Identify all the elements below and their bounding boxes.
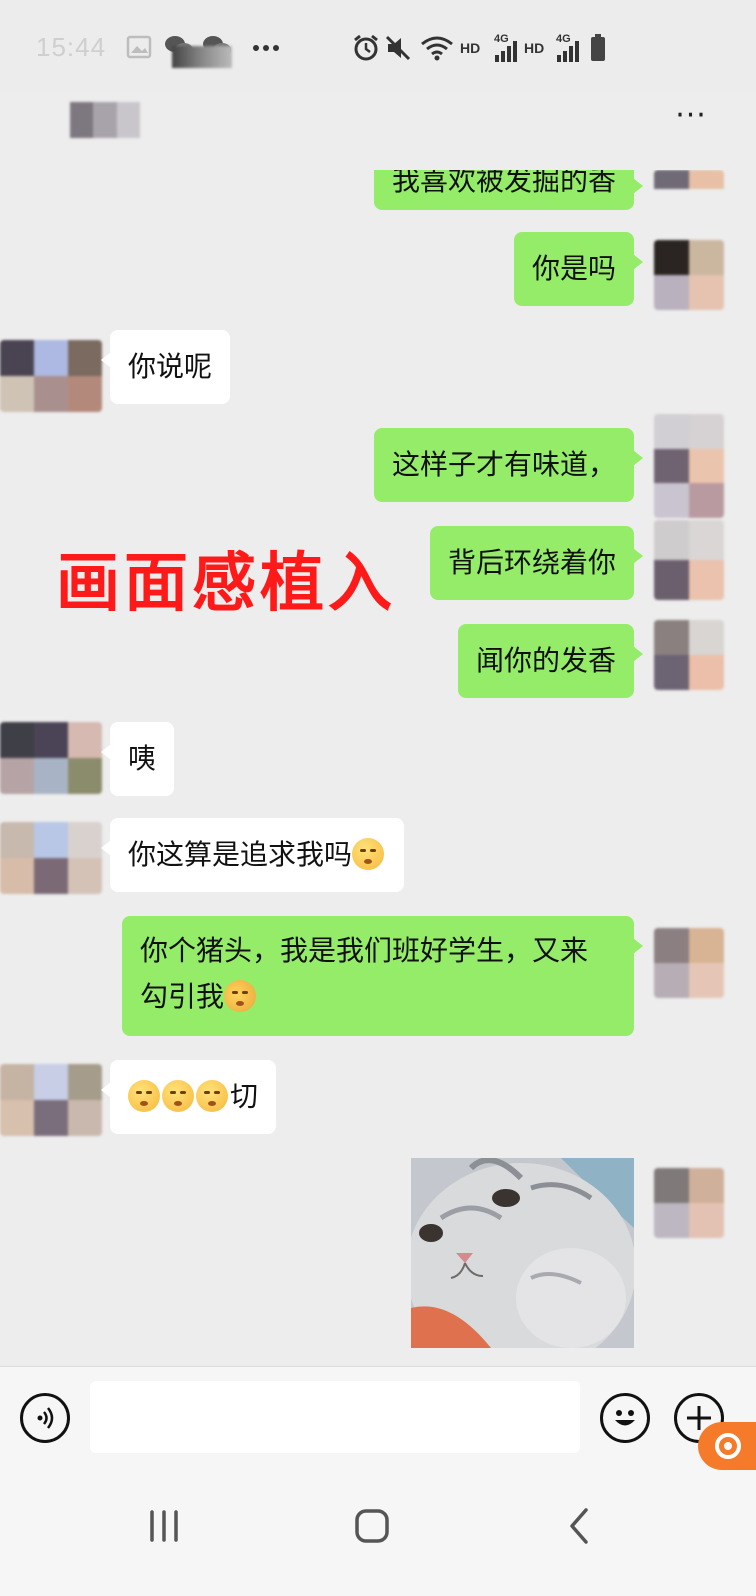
message-bubble-out[interactable]: 我喜欢被发掘的香 (373, 170, 644, 210)
message-text-line: 勾引我 (140, 974, 616, 1020)
message-bubble-out[interactable]: 背后环绕着你 (429, 526, 644, 600)
sweat-emoji-icon (128, 1080, 160, 1112)
emoji-button[interactable] (600, 1393, 650, 1443)
message-bubble-in[interactable]: 你说呢 (100, 330, 231, 404)
avatar-contact[interactable] (0, 822, 102, 894)
chat-header: ··· (0, 92, 756, 170)
avatar-self[interactable] (654, 1168, 724, 1238)
more-options-button[interactable]: ··· (666, 101, 716, 136)
system-nav-bar (0, 1470, 756, 1596)
blushing-emoji-icon (352, 838, 385, 870)
mute-icon (385, 35, 411, 61)
avatar-contact[interactable] (0, 722, 102, 794)
avatar-self[interactable] (654, 520, 724, 600)
avatar-self[interactable] (654, 240, 724, 310)
emoji-icon (615, 1410, 635, 1426)
message-text: 勾引我 (140, 980, 225, 1013)
status-time: 15:44 (36, 32, 107, 62)
cat-sticker-drawing (411, 1158, 634, 1348)
message-bubble-out[interactable]: 你个猪头，我是我们班好学生，又来 勾引我 (122, 916, 643, 1036)
gallery-icon (126, 35, 152, 59)
cat-sticker-image[interactable] (411, 1158, 634, 1348)
message-list[interactable]: 我喜欢被发掘的香 你是吗 你说呢 这样子才有味道， 画面感植入 背后环绕着你 闻… (0, 170, 756, 1390)
more-notifications-icon (253, 45, 279, 51)
avatar-self[interactable] (654, 414, 724, 518)
avatar-self[interactable] (654, 170, 724, 207)
message-input[interactable] (90, 1381, 580, 1453)
blurred-status-area (172, 46, 232, 68)
network-label-2: HD (524, 40, 545, 56)
message-bubble-in[interactable]: 切 (100, 1060, 277, 1134)
avatar-self[interactable] (654, 928, 724, 998)
voice-button[interactable] (20, 1393, 70, 1443)
signal-icon-2 (557, 41, 579, 62)
nav-back-icon[interactable] (550, 1496, 610, 1556)
message-text: 切 (230, 1080, 259, 1113)
overlay-caption: 画面感植入 (56, 547, 396, 621)
wifi-icon (421, 36, 453, 61)
contact-name-blurred[interactable] (70, 102, 140, 138)
signal-icon (495, 41, 517, 62)
message-bubble-out[interactable]: 闻你的发香 (457, 624, 644, 698)
input-bar (0, 1366, 756, 1470)
sweat-emoji-icon (196, 1080, 228, 1112)
message-text: 你这算是追求我吗 (128, 838, 353, 871)
avatar-self[interactable] (654, 620, 724, 690)
status-bar: 15:44 HD 4G HD 4G (0, 0, 756, 92)
voice-icon (37, 1407, 54, 1429)
message-bubble-in[interactable]: 你这算是追求我吗 (100, 818, 405, 892)
message-bubble-out[interactable]: 这样子才有味道， (373, 428, 644, 502)
avatar-contact[interactable] (0, 340, 102, 412)
floating-widget-icon (715, 1433, 741, 1459)
floating-assistant-button[interactable] (698, 1422, 756, 1470)
sweat-emoji-icon (162, 1080, 194, 1112)
message-bubble-in[interactable]: 咦 (100, 722, 175, 796)
nav-recents-icon[interactable] (134, 1496, 194, 1556)
message-bubble-out[interactable]: 你是吗 (513, 232, 644, 306)
message-text-line: 你个猪头，我是我们班好学生，又来 (140, 934, 589, 967)
alarm-icon (354, 34, 378, 61)
hammer-emoji-icon (224, 980, 257, 1012)
network-label-1: HD (460, 40, 481, 56)
nav-home-icon[interactable] (342, 1496, 402, 1556)
battery-icon (591, 34, 605, 61)
avatar-contact[interactable] (0, 1064, 102, 1136)
